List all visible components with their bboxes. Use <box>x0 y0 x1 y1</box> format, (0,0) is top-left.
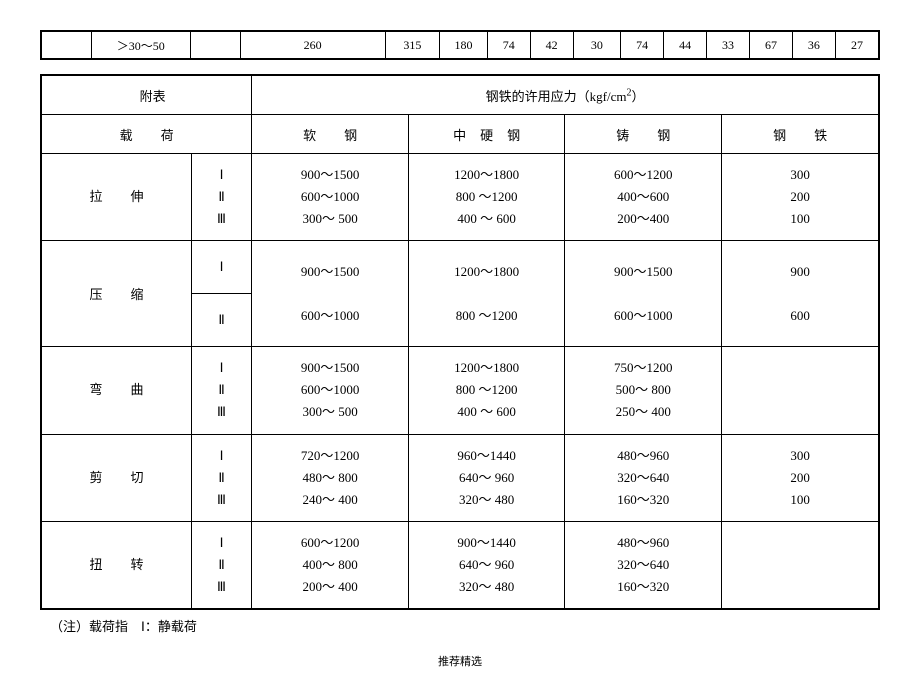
row-torsion: 扭转 Ⅰ Ⅱ Ⅲ 600～1200 400～ 800 200～ 400 900～… <box>41 521 879 609</box>
bending-soft: 900～1500 600～1000 300～ 500 <box>252 347 409 434</box>
header-iron: 钢铁 <box>722 115 879 154</box>
cell-v11: 33 <box>707 31 750 59</box>
bending-iron <box>722 347 879 434</box>
cell-v10: 44 <box>664 31 707 59</box>
shear-cast: 480～960 320～640 160～320 <box>565 434 722 521</box>
tension-iron: 300 200 100 <box>722 154 879 241</box>
torsion-cast: 480～960 320～640 160～320 <box>565 521 722 609</box>
row-compression-1: 压缩 Ⅰ 900～1500600～1000 1200～1800800 ～1200… <box>41 241 879 294</box>
table-caption-left: 附表 <box>41 75 252 115</box>
tension-cast: 600～1200 400～600 200～400 <box>565 154 722 241</box>
caption-post: ） <box>632 89 645 104</box>
load-bending: 弯曲 <box>41 347 191 434</box>
torsion-mid: 900～1440 640～ 960 320～ 480 <box>408 521 564 609</box>
levels-tension: Ⅰ Ⅱ Ⅲ <box>191 154 251 241</box>
tension-mid: 1200～1800 800 ～1200 400 ～ 600 <box>408 154 564 241</box>
row-bending: 弯曲 Ⅰ Ⅱ Ⅲ 900～1500 600～1000 300～ 500 1200… <box>41 347 879 434</box>
levels-shear: Ⅰ Ⅱ Ⅲ <box>191 434 251 521</box>
header-cast-steel: 铸钢 <box>565 115 722 154</box>
torsion-soft: 600～1200 400～ 800 200～ 400 <box>252 521 409 609</box>
title-row: 附表 钢铁的许用应力（kgf/cm2） <box>41 75 879 115</box>
cell-v6: 74 <box>487 31 530 59</box>
cell-v4: 315 <box>385 31 440 59</box>
compression-soft: 900～1500600～1000 <box>252 241 409 347</box>
torsion-iron <box>722 521 879 609</box>
load-torsion: 扭转 <box>41 521 191 609</box>
caption-pre: 钢铁的许用应力（kgf/cm <box>486 89 627 104</box>
levels-torsion: Ⅰ Ⅱ Ⅲ <box>191 521 251 609</box>
cell-v9: 74 <box>621 31 664 59</box>
bending-cast: 750～1200 500～ 800 250～ 400 <box>565 347 722 434</box>
cell-v5: 180 <box>440 31 488 59</box>
cell-v14: 27 <box>835 31 879 59</box>
tension-soft: 900～1500 600～1000 300～ 500 <box>252 154 409 241</box>
header-mid-hard-steel: 中硬钢 <box>408 115 564 154</box>
load-tension: 拉伸 <box>41 154 191 241</box>
cell-v7: 42 <box>530 31 573 59</box>
cell-empty <box>41 31 91 59</box>
header-soft-steel: 软钢 <box>252 115 409 154</box>
cell-range: ＞30～50 <box>91 31 190 59</box>
compression-iron: 900600 <box>722 241 879 347</box>
table-row: ＞30～50 260 315 180 74 42 30 74 44 33 67 … <box>41 31 879 59</box>
cell-v8: 30 <box>573 31 621 59</box>
shear-soft: 720～1200 480～ 800 240～ 400 <box>252 434 409 521</box>
row-shear: 剪切 Ⅰ Ⅱ Ⅲ 720～1200 480～ 800 240～ 400 960～… <box>41 434 879 521</box>
header-load: 载荷 <box>41 115 252 154</box>
bending-mid: 1200～1800 800 ～1200 400 ～ 600 <box>408 347 564 434</box>
levels-bending: Ⅰ Ⅱ Ⅲ <box>191 347 251 434</box>
load-compression: 压缩 <box>41 241 191 347</box>
table-caption-center: 钢铁的许用应力（kgf/cm2） <box>252 75 879 115</box>
allowable-stress-table: 附表 钢铁的许用应力（kgf/cm2） 载荷 软钢 中硬钢 铸钢 钢铁 拉伸 Ⅰ… <box>40 74 880 610</box>
compression-mid: 1200～1800800 ～1200 <box>408 241 564 347</box>
load-shear: 剪切 <box>41 434 191 521</box>
cell-v13: 36 <box>792 31 835 59</box>
level-compression-1: Ⅰ <box>191 241 251 294</box>
cell-v12: 67 <box>750 31 793 59</box>
top-strip-table: ＞30～50 260 315 180 74 42 30 74 44 33 67 … <box>40 30 880 60</box>
shear-iron: 300 200 100 <box>722 434 879 521</box>
header-row: 载荷 软钢 中硬钢 铸钢 钢铁 <box>41 115 879 154</box>
footnote: （注）载荷指 Ⅰ：静载荷 <box>50 616 880 635</box>
row-tension: 拉伸 Ⅰ Ⅱ Ⅲ 900～1500 600～1000 300～ 500 1200… <box>41 154 879 241</box>
cell-v3: 260 <box>240 31 385 59</box>
shear-mid: 960～1440 640～ 960 320～ 480 <box>408 434 564 521</box>
level-compression-2: Ⅱ <box>191 294 251 347</box>
compression-cast: 900～1500600～1000 <box>565 241 722 347</box>
page-footer: 推荐精选 <box>40 653 880 669</box>
cell-empty <box>190 31 240 59</box>
